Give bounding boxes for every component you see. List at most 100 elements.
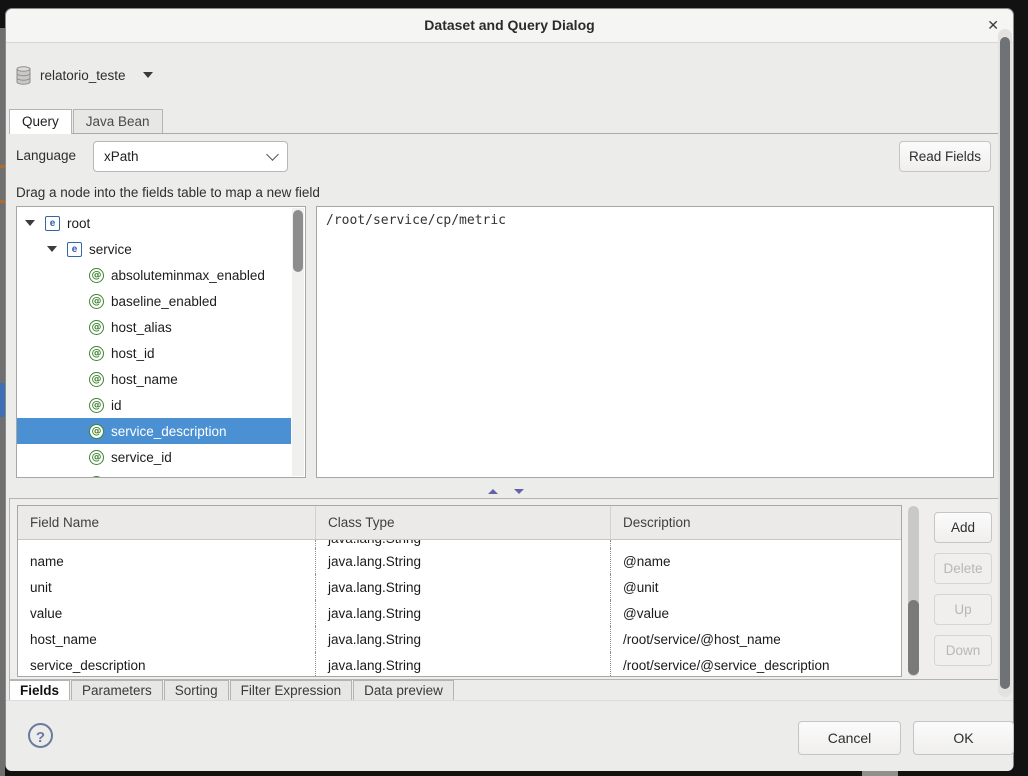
splitter-up-icon (488, 489, 498, 494)
table-row-unit[interactable]: unit java.lang.String @unit (18, 574, 901, 600)
attribute-icon: @ (89, 346, 104, 361)
splitter-down-icon (514, 489, 524, 494)
language-label: Language (16, 148, 76, 163)
dialog-scrollbar-thumb[interactable] (1000, 37, 1010, 689)
tab-label: Query (22, 114, 59, 129)
tree-node-label: service (89, 242, 132, 257)
cell-class-type: java.lang.String (316, 626, 611, 652)
delete-button[interactable]: Delete (934, 553, 992, 584)
column-header-field-name[interactable]: Field Name (18, 506, 316, 539)
tab-parameters[interactable]: Parameters (71, 680, 163, 700)
tree-node-label: id (111, 398, 122, 413)
table-row-service_description[interactable]: service_description java.lang.String /ro… (18, 652, 901, 677)
attribute-icon: @ (89, 450, 104, 465)
dataset-name: relatorio_teste (40, 68, 126, 83)
tree-node-service_description[interactable]: @ service_description (17, 418, 291, 444)
tab-label: Fields (20, 683, 59, 698)
tree-node-label: baseline_enabled (111, 294, 217, 309)
tree-node-host_id[interactable]: @ host_id (17, 340, 291, 366)
field-action-buttons: Add Delete Up Down (934, 512, 992, 666)
tree-scrollbar-thumb[interactable] (293, 210, 303, 272)
cell-description: @value (611, 600, 901, 626)
column-header-description[interactable]: Description (611, 506, 901, 539)
table-row-host_name[interactable]: host_name java.lang.String /root/service… (18, 626, 901, 652)
dialog-scrollbar[interactable] (998, 29, 1012, 697)
tab-label: Data preview (364, 683, 443, 698)
tree-node-service_id[interactable]: @ service_id (17, 444, 291, 470)
dataset-selector[interactable]: relatorio_teste (16, 63, 153, 87)
tree-node-label: timeout_id (111, 476, 173, 479)
chevron-down-icon (143, 72, 153, 78)
fields-table-scrollbar-thumb[interactable] (908, 600, 919, 675)
dialog-title: Dataset and Query Dialog (6, 17, 1013, 33)
table-row-value[interactable]: value java.lang.String @value (18, 600, 901, 626)
dialog-footer: ? Cancel OK (6, 700, 1013, 771)
tree-node-label: host_alias (111, 320, 172, 335)
cell-field-name: value (18, 600, 316, 626)
cell-description: /root/service/@service_description (611, 652, 901, 677)
down-button[interactable]: Down (934, 635, 992, 666)
tab-filter-expression[interactable]: Filter Expression (230, 680, 353, 700)
dataset-query-dialog: Dataset and Query Dialog ✕ relatorio_tes… (5, 8, 1014, 770)
tree-node-baseline_enabled[interactable]: @ baseline_enabled (17, 288, 291, 314)
cell-description: @unit (611, 574, 901, 600)
tree-node-label: absoluteminmax_enabled (111, 268, 265, 283)
column-header-class-type[interactable]: Class Type (316, 506, 611, 539)
fields-table: Field Name Class Type Description java.l… (17, 505, 902, 677)
cancel-button[interactable]: Cancel (798, 721, 901, 755)
attribute-icon: @ (89, 476, 104, 479)
query-text-area[interactable]: /root/service/cp/metric (316, 206, 994, 478)
help-button[interactable]: ? (28, 723, 53, 748)
xml-node-tree: e root e service @ absoluteminmax_enable… (17, 207, 291, 477)
tree-node-label: host_id (111, 346, 155, 361)
element-icon: e (67, 242, 82, 257)
tree-node-timeout_id[interactable]: @ timeout_id (17, 470, 291, 478)
tree-node-id[interactable]: @ id (17, 392, 291, 418)
tab-sorting[interactable]: Sorting (164, 680, 229, 700)
attribute-icon: @ (89, 268, 104, 283)
dialog-titlebar[interactable]: Dataset and Query Dialog ✕ (6, 9, 1013, 43)
cell-class-type: java.lang.String (316, 548, 611, 574)
attribute-icon: @ (89, 398, 104, 413)
tree-node-label: service_description (111, 424, 227, 439)
tab-fields[interactable]: Fields (9, 680, 70, 700)
read-fields-button[interactable]: Read Fields (899, 141, 991, 172)
tree-node-root[interactable]: e root (17, 210, 291, 236)
tab-data-preview[interactable]: Data preview (353, 680, 454, 700)
tab-label: Filter Expression (241, 683, 342, 698)
ok-button[interactable]: OK (913, 721, 1014, 755)
fields-group: Field Name Class Type Description java.l… (9, 498, 999, 680)
attribute-icon: @ (89, 320, 104, 335)
fields-table-scrollbar[interactable] (907, 505, 920, 677)
attribute-icon: @ (89, 424, 104, 439)
tab-query[interactable]: Query (9, 109, 72, 134)
fields-table-body: name java.lang.String @name unit java.la… (18, 548, 901, 677)
language-select[interactable]: xPath (93, 141, 288, 172)
close-icon[interactable]: ✕ (987, 16, 999, 34)
tree-node-label: root (67, 216, 90, 231)
tree-node-host_name[interactable]: @ host_name (17, 366, 291, 392)
splitter-handle[interactable] (476, 485, 536, 497)
tab-label: Java Bean (86, 114, 150, 129)
tree-node-absoluteminmax_enabled[interactable]: @ absoluteminmax_enabled (17, 262, 291, 288)
up-button[interactable]: Up (934, 594, 992, 625)
chevron-down-icon (266, 148, 279, 161)
table-row-partial[interactable]: java.lang.String (18, 540, 901, 548)
language-value: xPath (104, 149, 268, 164)
expander-icon[interactable] (25, 220, 45, 226)
drag-hint-text: Drag a node into the fields table to map… (16, 185, 320, 200)
element-icon: e (45, 216, 60, 231)
table-row-name[interactable]: name java.lang.String @name (18, 548, 901, 574)
add-button[interactable]: Add (934, 512, 992, 543)
tree-scrollbar[interactable] (292, 208, 304, 476)
fields-table-header: Field Name Class Type Description (18, 506, 901, 540)
attribute-icon: @ (89, 372, 104, 387)
tree-node-service[interactable]: e service (17, 236, 291, 262)
cell-field-name: host_name (18, 626, 316, 652)
cell-class-type: java.lang.String (316, 652, 611, 677)
tab-java-bean[interactable]: Java Bean (73, 109, 163, 133)
expander-icon[interactable] (47, 246, 67, 252)
tree-node-label: host_name (111, 372, 178, 387)
tree-node-host_alias[interactable]: @ host_alias (17, 314, 291, 340)
cell-class-type: java.lang.String (316, 574, 611, 600)
